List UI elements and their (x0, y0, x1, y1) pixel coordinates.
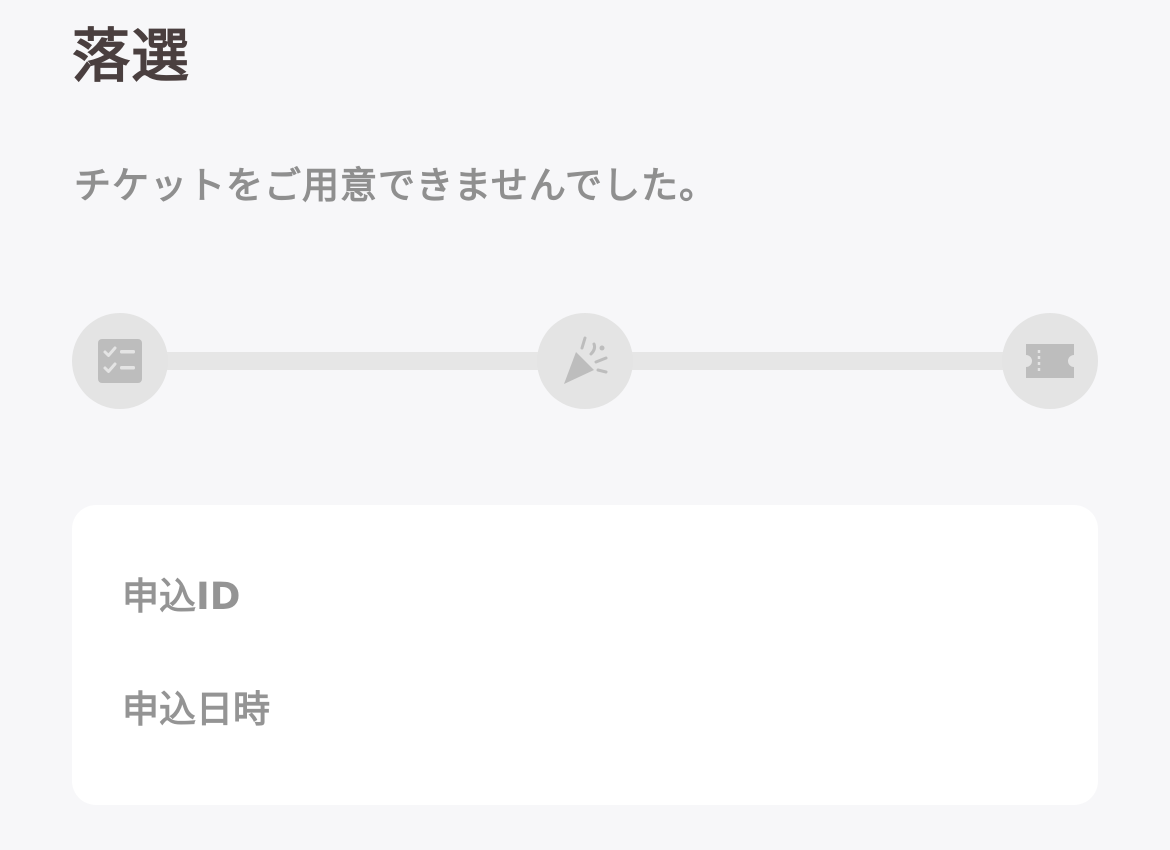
step-lottery-result (537, 313, 633, 409)
progress-stepper (72, 313, 1098, 409)
application-datetime-label: 申込日時 (122, 688, 270, 731)
application-details-card: 申込ID 申込日時 (72, 505, 1098, 805)
page-title: 落選 (72, 22, 191, 90)
result-message: チケットをご用意できませんでした。 (74, 164, 718, 207)
step-ticket (1002, 313, 1098, 409)
step-application (72, 313, 168, 409)
ticket-icon (1023, 341, 1077, 381)
application-id-label: 申込ID (122, 575, 241, 618)
party-popper-icon (558, 334, 612, 388)
checklist-icon (97, 338, 143, 384)
